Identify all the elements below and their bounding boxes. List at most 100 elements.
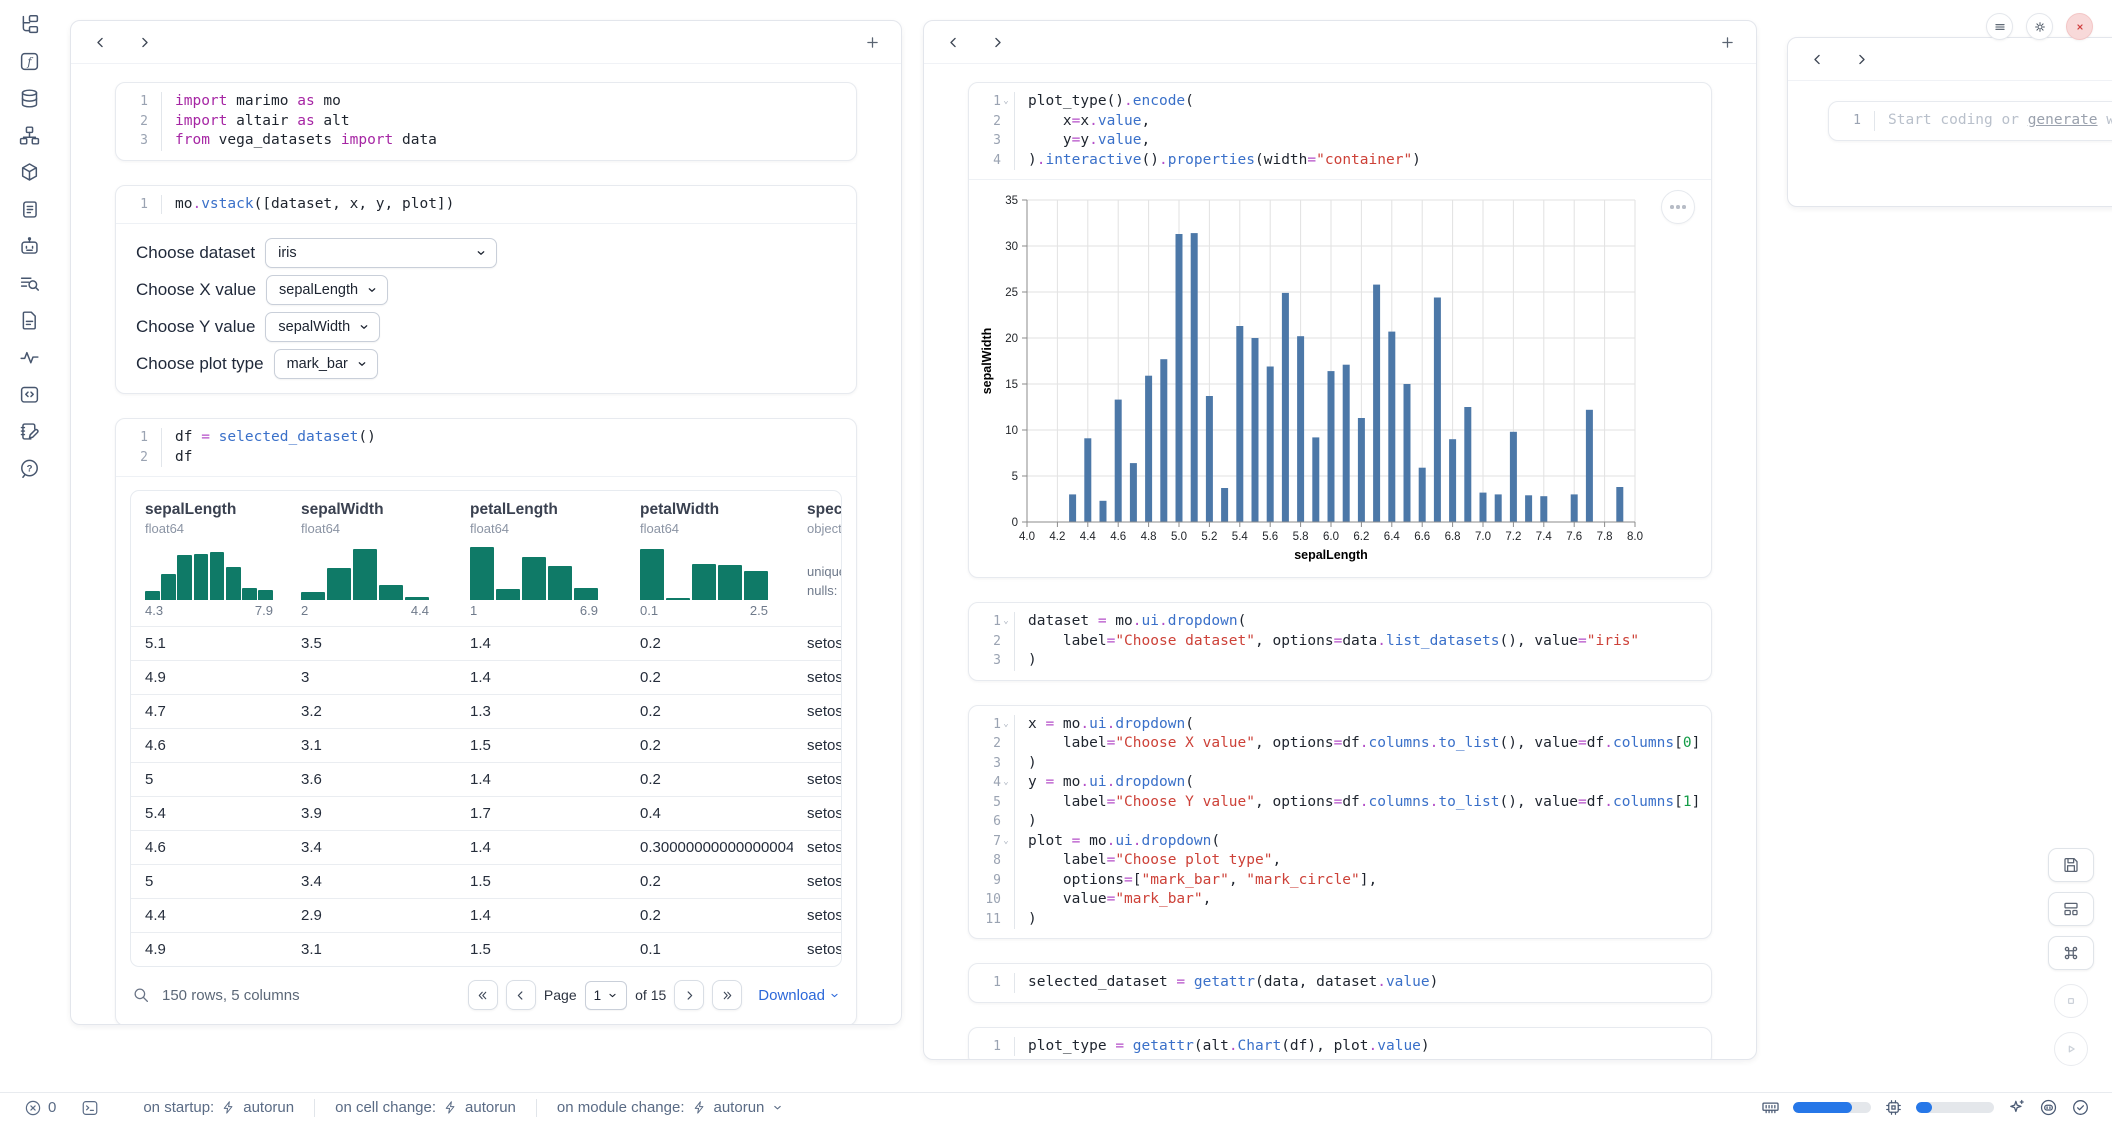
on-cell-change-setting[interactable]: on cell change: autorun (314, 1099, 536, 1117)
svg-text:7.0: 7.0 (1475, 531, 1491, 543)
table-column-header[interactable]: petalWidthfloat640.12.5 (626, 501, 793, 618)
sidebar-item-help[interactable]: ? (17, 456, 42, 481)
sidebar-item-functions[interactable]: f (17, 49, 42, 74)
sidebar-item-notes[interactable] (17, 419, 42, 444)
sidebar-item-logs[interactable] (17, 197, 42, 222)
table-row[interactable]: 4.73.21.30.2setosa (131, 694, 841, 728)
scroll-right-button[interactable] (131, 29, 157, 55)
table-cell: 3 (287, 669, 456, 686)
histogram-max: 2.5 (750, 603, 768, 618)
terminal-button[interactable] (80, 1098, 99, 1117)
code-editor[interactable]: 1⌄x = mo.ui.dropdown(2 label="Choose X v… (969, 706, 1711, 939)
dropdown-label: Choose Y value (136, 317, 255, 337)
table-column-header[interactable]: speciesobjectunique:nulls: (793, 501, 841, 618)
sidebar-item-datasources[interactable] (17, 86, 42, 111)
scroll-left-button[interactable] (1804, 46, 1830, 72)
choose-x-value-select[interactable]: sepalLength (266, 275, 388, 305)
table-cell: 4.9 (131, 669, 287, 686)
code-editor[interactable]: 1 Start coding or generate with (1829, 102, 2112, 140)
ram-usage-fill (1793, 1102, 1852, 1113)
table-column-header[interactable]: petalLengthfloat6416.9 (456, 501, 626, 618)
code-editor[interactable]: 1plot_type = getattr(alt.Chart(df), plot… (969, 1028, 1711, 1061)
table-column-header[interactable]: sepalLengthfloat644.37.9 (131, 501, 287, 618)
table-column-header[interactable]: sepalWidthfloat6424.4 (287, 501, 456, 618)
settings-button[interactable] (2026, 13, 2053, 40)
sidebar-item-packages[interactable] (17, 160, 42, 185)
generate-link[interactable]: generate (2028, 112, 2098, 128)
connection-status-button[interactable] (2071, 1098, 2090, 1117)
histogram-bar (161, 574, 176, 600)
sidebar-item-scratchpad[interactable] (17, 271, 42, 296)
next-page-button[interactable] (674, 980, 704, 1010)
scroll-left-button[interactable] (940, 29, 966, 55)
copilot-button[interactable] (2039, 1098, 2058, 1117)
close-button[interactable] (2066, 13, 2093, 40)
table-row[interactable]: 4.42.91.40.2setosa (131, 898, 841, 932)
sidebar-item-snippets[interactable] (17, 382, 42, 407)
prev-page-button[interactable] (506, 980, 536, 1010)
table-search-icon[interactable] (132, 986, 150, 1004)
keyboard-shortcuts-button[interactable] (2048, 936, 2094, 970)
sidebar-item-tracing[interactable] (17, 345, 42, 370)
first-page-button[interactable] (468, 980, 498, 1010)
menu-button[interactable] (1986, 13, 2013, 40)
histogram-bar (379, 585, 403, 600)
code-line: 8 label="Choose plot type", (969, 851, 1711, 871)
histogram-bar (574, 588, 598, 600)
error-count-button[interactable]: 0 (24, 1099, 56, 1117)
run-button[interactable] (2054, 1032, 2088, 1066)
page-select[interactable]: 1 (585, 981, 628, 1010)
on-startup-setting[interactable]: on startup: autorun (123, 1099, 314, 1117)
table-cell: setosa (793, 839, 841, 856)
datasources-icon (19, 88, 40, 109)
code-editor[interactable]: 1⌄plot_type().encode(2 x=x.value,3 y=y.v… (969, 83, 1711, 179)
histogram-bar (145, 591, 160, 600)
chevron-down-icon (475, 247, 487, 259)
save-button[interactable] (2048, 848, 2094, 882)
table-cell: 0.2 (626, 669, 793, 686)
app-root: f? 1import marimo as mo2import altair as… (0, 0, 2112, 1122)
choose-y-value-select[interactable]: sepalWidth (265, 312, 380, 342)
table-cell: 0.2 (626, 873, 793, 890)
ai-sparkles-button[interactable] (2007, 1098, 2026, 1117)
table-row[interactable]: 53.61.40.2setosa (131, 762, 841, 796)
add-cell-button[interactable] (1714, 29, 1740, 55)
table-row[interactable]: 4.63.41.40.30000000000000004setosa (131, 830, 841, 864)
line-number: 1 (1853, 111, 1861, 131)
sidebar-item-ai-chat[interactable] (17, 234, 42, 259)
table-row[interactable]: 53.41.50.2setosa (131, 864, 841, 898)
table-row[interactable]: 4.931.40.2setosa (131, 660, 841, 694)
choose-plot-type-select[interactable]: mark_bar (274, 349, 378, 379)
scroll-right-button[interactable] (984, 29, 1010, 55)
scroll-right-button[interactable] (1848, 46, 1874, 72)
chart-actions-button[interactable] (1661, 190, 1695, 224)
download-button[interactable]: Download (758, 987, 840, 1004)
scroll-left-button[interactable] (87, 29, 113, 55)
bar-chart[interactable]: 4.04.24.44.64.85.05.25.45.65.86.06.26.46… (977, 190, 1667, 566)
code-editor[interactable]: 1df = selected_dataset()2df (116, 419, 856, 476)
on-module-change-setting[interactable]: on module change: autorun (536, 1099, 804, 1117)
layout-button[interactable] (2048, 892, 2094, 926)
code-editor[interactable]: 1import marimo as mo2import altair as al… (116, 83, 856, 160)
table-row[interactable]: 5.13.51.40.2setosa (131, 626, 841, 660)
sidebar-item-documentation[interactable] (17, 308, 42, 333)
chevron-down-icon (829, 990, 840, 1001)
download-label: Download (758, 987, 825, 1004)
code-editor[interactable]: 1⌄dataset = mo.ui.dropdown(2 label="Choo… (969, 603, 1711, 680)
stop-button[interactable] (2054, 984, 2088, 1018)
add-cell-button[interactable] (859, 29, 885, 55)
dependencies-icon (19, 125, 40, 146)
choose-dataset-select[interactable]: iris (265, 238, 497, 268)
table-row[interactable]: 4.93.11.50.1setosa (131, 932, 841, 966)
scratchpad-icon (19, 273, 40, 294)
table-row[interactable]: 4.63.11.50.2setosa (131, 728, 841, 762)
close-icon (2073, 20, 2087, 34)
sidebar-item-file-tree[interactable] (17, 12, 42, 37)
last-page-button[interactable] (712, 980, 742, 1010)
chevron-down-icon (358, 321, 370, 333)
notebook-panel-left: 1import marimo as mo2import altair as al… (70, 20, 902, 1025)
code-editor[interactable]: 1mo.vstack([dataset, x, y, plot]) (116, 186, 856, 224)
code-editor[interactable]: 1selected_dataset = getattr(data, datase… (969, 964, 1711, 1002)
sidebar-item-dependencies[interactable] (17, 123, 42, 148)
table-row[interactable]: 5.43.91.70.4setosa (131, 796, 841, 830)
